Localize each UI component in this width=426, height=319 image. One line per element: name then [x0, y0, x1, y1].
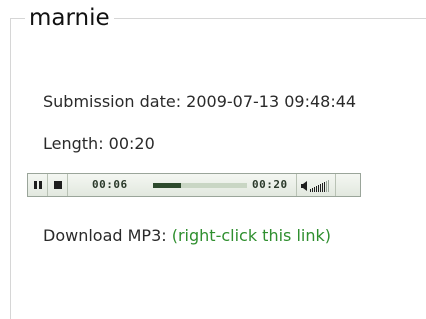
- progress-fill: [153, 183, 182, 188]
- volume-control[interactable]: [300, 178, 332, 192]
- progress-bar[interactable]: [153, 183, 247, 188]
- divider: [296, 174, 297, 196]
- divider: [335, 174, 336, 196]
- stop-button[interactable]: [48, 174, 68, 196]
- volume-level-bar: [328, 180, 329, 192]
- elapsed-time: 00:06: [92, 178, 128, 191]
- volume-icon: [301, 180, 329, 192]
- pause-button[interactable]: [28, 174, 48, 196]
- entry-fieldset: [10, 18, 426, 319]
- entry-title: marnie: [25, 4, 114, 32]
- volume-level-bar: [318, 185, 319, 192]
- volume-level-bar: [326, 181, 327, 192]
- volume-level-bar: [322, 183, 323, 192]
- volume-level-bar: [310, 189, 311, 192]
- download-label: Download MP3:: [43, 226, 172, 245]
- download-line: Download MP3: (right-click this link): [43, 226, 331, 246]
- volume-level-bar: [312, 188, 313, 192]
- download-mp3-link[interactable]: (right-click this link): [172, 226, 331, 245]
- volume-level-bar: [316, 186, 317, 192]
- volume-level-bar: [320, 184, 321, 192]
- length-info: Length: 00:20: [43, 134, 155, 153]
- total-time: 00:20: [252, 178, 288, 191]
- volume-level-bar: [324, 182, 325, 192]
- volume-level-bar: [314, 187, 315, 192]
- stop-icon: [54, 181, 62, 189]
- submission-date: Submission date: 2009-07-13 09:48:44: [43, 92, 357, 111]
- audio-player: 00:06 00:20: [27, 173, 361, 197]
